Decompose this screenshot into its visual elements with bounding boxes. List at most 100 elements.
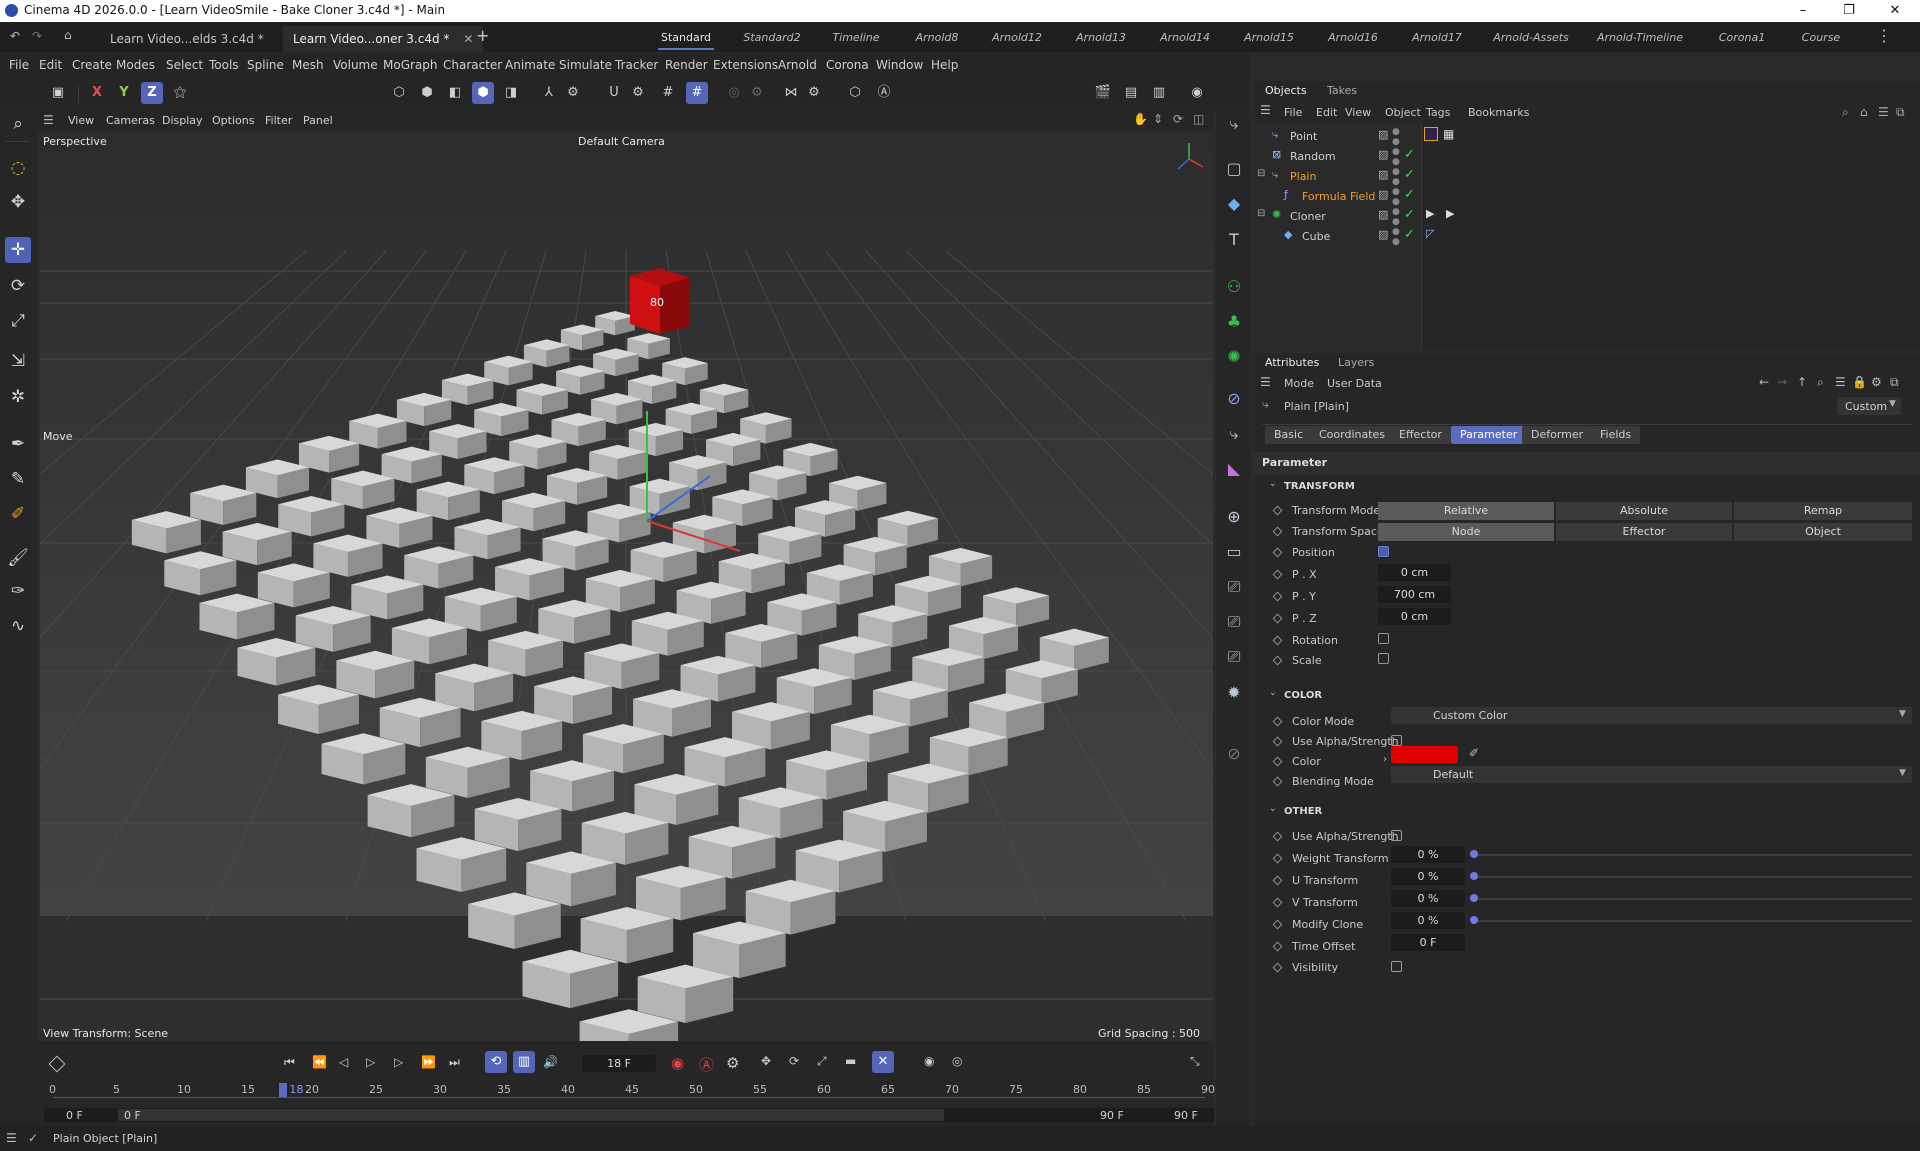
preset-dropdown[interactable]: Custom ▼ xyxy=(1837,397,1901,415)
cube-primitive-icon[interactable]: ◆ xyxy=(1221,191,1247,217)
rotate-tool-icon[interactable]: ⟳ xyxy=(5,273,31,299)
symmetry-settings-icon[interactable]: ⚙ xyxy=(803,82,825,104)
visibility-dots-icon[interactable]: ● ● xyxy=(1392,127,1400,147)
pen-tool-icon[interactable]: ✒ xyxy=(5,431,31,457)
visibility-dots-icon[interactable]: ● ● xyxy=(1392,207,1400,227)
start-frame[interactable]: 0 F xyxy=(66,1109,83,1122)
tab-layers[interactable]: Layers xyxy=(1338,356,1374,369)
objects-menu-edit[interactable]: Edit xyxy=(1316,106,1337,119)
menu-volume[interactable]: Volume xyxy=(333,58,378,72)
collapse-section-icon[interactable]: ⌄ xyxy=(1269,688,1277,698)
menu-animate[interactable]: Animate xyxy=(505,58,555,72)
lock-workplane-icon[interactable]: ⬡ xyxy=(844,82,866,104)
maximize-button[interactable]: ❐ xyxy=(1826,0,1872,22)
go-to-start-icon[interactable]: ⏮ xyxy=(284,1055,295,1070)
placement-tool-icon[interactable]: ✲ xyxy=(5,384,31,410)
weight-transform-slider[interactable] xyxy=(1474,854,1912,856)
edit-toggle-icon[interactable]: ▨ xyxy=(1378,188,1388,201)
object-row-point[interactable]: ⤷ Point ▨ ● ● ▦ xyxy=(1254,127,1920,147)
use-alpha-checkbox[interactable] xyxy=(1391,735,1402,746)
brush-tool-icon[interactable]: 🖌 xyxy=(5,545,31,571)
weight-transform-knob[interactable] xyxy=(1470,850,1478,858)
viewport-menu-options[interactable]: Options xyxy=(212,114,254,127)
points-mode-icon[interactable]: ⬡ xyxy=(388,82,410,104)
axis-mode-icon[interactable]: ⅄ xyxy=(538,82,560,104)
object-row-cloner[interactable]: ⊟ ✺ Cloner ▨ ● ● ✓ ▶ ▶ xyxy=(1254,207,1920,227)
viewport-menu-panel[interactable]: Panel xyxy=(303,114,333,127)
visibility-dots-icon[interactable]: ● ● xyxy=(1392,227,1400,247)
minimize-button[interactable]: – xyxy=(1780,0,1826,22)
generator-icon[interactable]: ⚇ xyxy=(1221,274,1247,300)
workspace-tab-standard[interactable]: Standard xyxy=(658,28,714,50)
zoom-view-icon[interactable]: ⇕ xyxy=(1153,112,1163,126)
move-tool-icon[interactable]: ✛ xyxy=(5,237,31,263)
new-window-icon[interactable]: ⧉ xyxy=(1890,375,1899,390)
timeline-view-icon[interactable]: ▥ xyxy=(513,1051,535,1073)
param-key-icon[interactable]: ▬ xyxy=(845,1054,856,1068)
visibility-dots-icon[interactable]: ● ● xyxy=(1392,147,1400,167)
px-field[interactable]: 0 cm xyxy=(1378,564,1451,581)
scene-icon[interactable]: ▭ xyxy=(1221,539,1247,565)
tweak-icon[interactable]: ✥ xyxy=(5,189,31,215)
redo-icon[interactable]: ↷ xyxy=(32,29,42,43)
next-frame-icon[interactable]: ▷ xyxy=(394,1055,403,1069)
menu-extensions[interactable]: Extensions xyxy=(713,58,778,72)
enabled-check-icon[interactable]: ✓ xyxy=(1404,187,1415,202)
home-objects-icon[interactable]: ⌂ xyxy=(1860,105,1868,119)
play-icon[interactable]: ▷ xyxy=(366,1055,375,1069)
modify-clone-field[interactable]: 0 % xyxy=(1391,912,1465,929)
search-attributes-icon[interactable]: ⌕ xyxy=(1817,375,1824,390)
color-mode-dropdown[interactable]: Custom Color ▼ xyxy=(1391,707,1912,724)
effector-tag-icon[interactable] xyxy=(1424,127,1438,141)
model-mode-icon[interactable]: ⬢ xyxy=(472,82,494,104)
menu-render[interactable]: Render xyxy=(665,58,708,72)
enabled-check-icon[interactable]: ✓ xyxy=(1404,147,1415,162)
keyframe-mode-icon[interactable] xyxy=(48,1055,66,1073)
loop-icon[interactable]: ⟲ xyxy=(485,1051,507,1073)
workspace-tab[interactable]: Arnold12 xyxy=(988,28,1046,50)
workspace-tab[interactable]: Arnold13 xyxy=(1072,28,1130,50)
subtab-deformer[interactable]: Deformer xyxy=(1522,426,1593,444)
menu-edit[interactable]: Edit xyxy=(39,58,62,72)
menu-modes[interactable]: Modes xyxy=(116,58,155,72)
objects-menu-icon[interactable]: ☰ xyxy=(1260,103,1271,117)
workspace-tab[interactable]: Arnold15 xyxy=(1240,28,1298,50)
edit-toggle-icon[interactable]: ▨ xyxy=(1378,128,1388,141)
previous-frame-icon[interactable]: ◁ xyxy=(339,1055,348,1069)
expand-color-icon[interactable]: › xyxy=(1383,754,1387,765)
other-use-alpha-checkbox[interactable] xyxy=(1391,830,1402,841)
scale-checkbox[interactable] xyxy=(1378,653,1389,664)
max-frame[interactable]: 90 F xyxy=(1100,1109,1124,1122)
menu-help[interactable]: Help xyxy=(931,58,958,72)
workplane-icon[interactable]: # xyxy=(657,82,679,104)
viewport-menu-cameras[interactable]: Cameras xyxy=(106,114,155,127)
workspace-tab[interactable]: Arnold16 xyxy=(1324,28,1382,50)
workspace-tab[interactable]: Arnold-Assets xyxy=(1490,28,1572,50)
collapse-section-icon[interactable]: ⌄ xyxy=(1269,479,1277,489)
mograph-icon[interactable]: ✺ xyxy=(1221,344,1247,370)
modify-clone-slider[interactable] xyxy=(1474,920,1912,922)
phong-tag-icon[interactable]: ◸ xyxy=(1426,227,1434,240)
min-frame[interactable]: 0 F xyxy=(124,1109,141,1122)
axis-settings-icon[interactable]: ⚙ xyxy=(562,82,584,104)
scale-tool-icon[interactable]: ⤢ xyxy=(5,308,31,334)
object-row-formula-field[interactable]: ƒ Formula Field ▨ ● ● ✓ xyxy=(1254,187,1920,207)
cloner-tool-icon[interactable]: ♣ xyxy=(1221,309,1247,335)
end-frame[interactable]: 90 F xyxy=(1174,1109,1198,1122)
viewport-menu-filter[interactable]: Filter xyxy=(265,114,292,127)
x-axis-lock-button[interactable]: X xyxy=(86,82,108,104)
color-swatch[interactable] xyxy=(1391,746,1458,763)
object-row-cube[interactable]: ◆ Cube ▨ ● ● ✓ ◸ xyxy=(1254,227,1920,247)
workspace-tab[interactable]: Timeline xyxy=(826,28,886,50)
menu-window[interactable]: Window xyxy=(876,58,923,72)
environment-icon[interactable]: ⊕ xyxy=(1221,504,1247,530)
eyedropper-icon[interactable]: ✐ xyxy=(1469,746,1479,760)
v-transform-field[interactable]: 0 % xyxy=(1391,890,1465,907)
workspace-tab[interactable]: Arnold-Timeline xyxy=(1596,28,1684,50)
edit-toggle-icon[interactable]: ▨ xyxy=(1378,228,1388,241)
forward-arrow-icon[interactable]: → xyxy=(1777,375,1787,389)
attributes-menu-mode[interactable]: Mode xyxy=(1284,377,1314,390)
y-axis-lock-button[interactable]: Y xyxy=(113,82,135,104)
motion-system-icon[interactable]: ◎ xyxy=(952,1054,962,1068)
polygons-mode-icon[interactable]: ◧ xyxy=(444,82,466,104)
